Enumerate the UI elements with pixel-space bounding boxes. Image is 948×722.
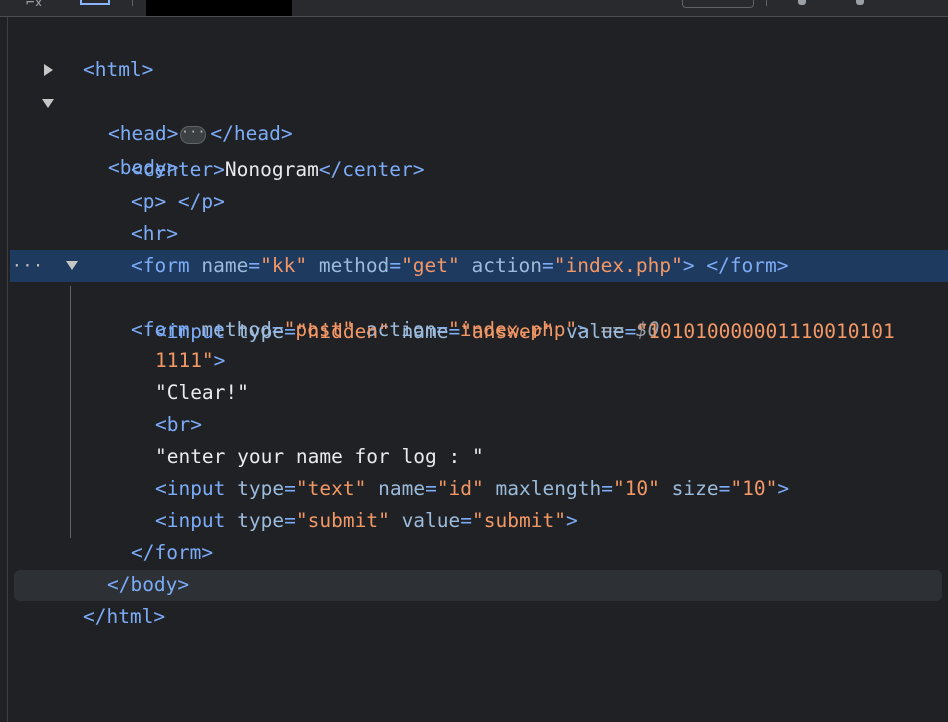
node-head[interactable]: <head> ··· </head> [44, 54, 293, 145]
node-input-hidden-wrap[interactable]: 1111"> [108, 313, 225, 372]
node-input-hidden[interactable]: <input type="hidden" name="answer" value… [108, 284, 895, 343]
toolbar-divider [766, 0, 767, 6]
node-body-close[interactable]: </body> [60, 537, 189, 596]
node-p[interactable]: <p> </p> [84, 154, 225, 213]
text-node-clear[interactable]: "Clear!" [108, 345, 249, 404]
node-center[interactable]: <center>Nonogram</center> [84, 122, 425, 181]
redacted-tab [146, 0, 292, 16]
settings-icon[interactable] [798, 0, 806, 5]
node-br[interactable]: <br> [108, 377, 202, 436]
text-node-enter-name[interactable]: "enter your name for log : " [108, 409, 484, 468]
toolbar-divider [132, 0, 133, 6]
row-options-icon[interactable]: ··· [12, 250, 44, 282]
node-html-open[interactable]: <html> [36, 22, 153, 81]
node-input-text[interactable]: <input type="text" name="id" maxlength="… [108, 441, 789, 500]
more-options-icon[interactable] [856, 0, 864, 5]
node-html-close[interactable]: </html> [36, 569, 165, 628]
inspect-element-icon[interactable]: ⌐x [26, 0, 54, 6]
collapse-arrow-icon[interactable] [66, 261, 78, 270]
node-form-post[interactable]: <form method="post" action="index.php"> … [66, 250, 659, 341]
node-form-get[interactable]: <form name="kk" method="get" action="ind… [84, 218, 789, 277]
node-input-submit[interactable]: <input type="submit" value="submit"> [108, 473, 578, 532]
collapse-arrow-icon[interactable] [42, 99, 54, 108]
device-toggle-icon[interactable] [80, 0, 110, 5]
node-hr[interactable]: <hr> [84, 186, 178, 245]
toolbar-filter-box[interactable] [682, 0, 754, 8]
panel-border [7, 17, 8, 722]
expand-arrow-icon[interactable] [44, 64, 53, 76]
devtools-toolbar: ⌐x [0, 0, 948, 17]
node-body-open[interactable]: <body> [42, 88, 178, 179]
node-form-close[interactable]: </form> [84, 505, 213, 564]
